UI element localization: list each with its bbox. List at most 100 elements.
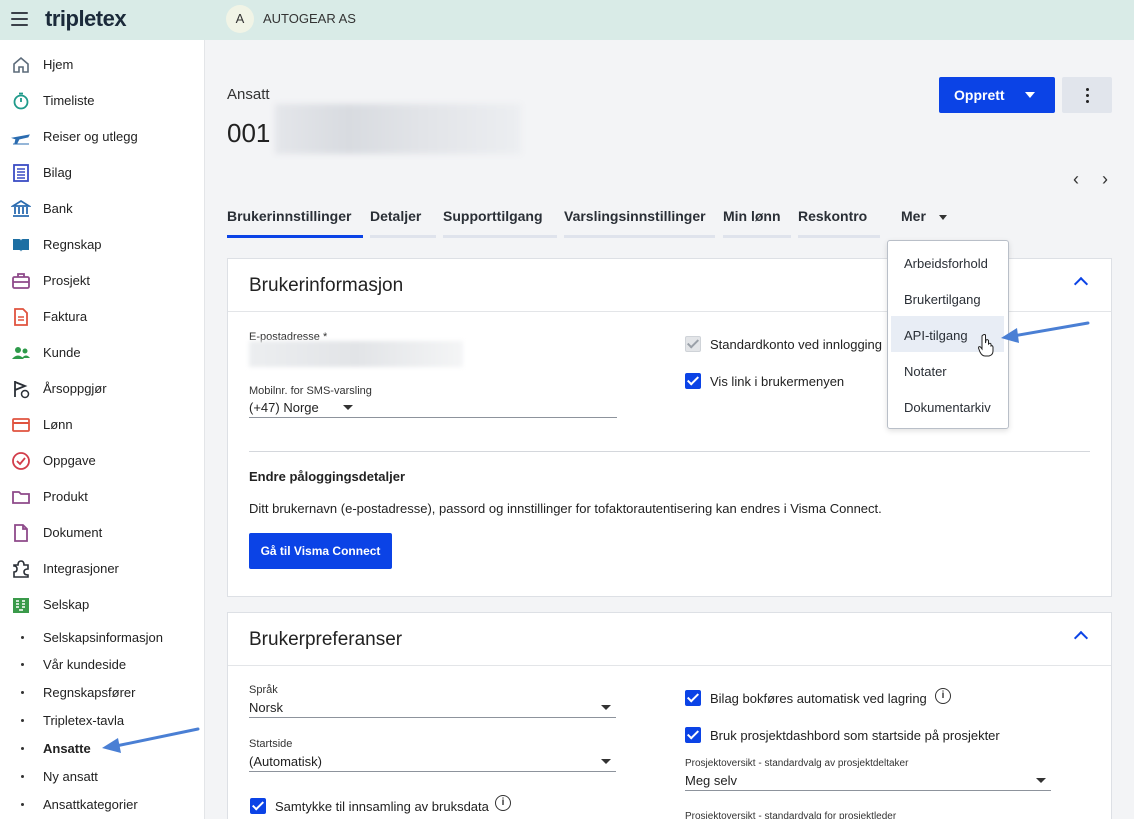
tab-label: Reskontro xyxy=(798,208,868,224)
sidebar-item-bank[interactable]: Bank xyxy=(0,191,204,227)
folder-icon xyxy=(12,491,30,504)
tab-label: Mer xyxy=(901,208,926,224)
sidebar-item-label: Integrasjoner xyxy=(43,561,119,576)
startpage-select[interactable]: (Automatisk) xyxy=(249,754,322,769)
project-dashboard-checkbox[interactable] xyxy=(685,727,701,743)
plane-icon xyxy=(11,134,30,145)
sidebar-subitem-label: Regnskapsfører xyxy=(43,685,136,700)
menu-item-brukertilgang[interactable]: Brukertilgang xyxy=(891,280,1004,316)
sidebar-item-selskap[interactable]: Selskap xyxy=(0,587,204,623)
tab-reskontro[interactable]: Reskontro xyxy=(798,208,880,238)
chevron-up-icon[interactable] xyxy=(1073,630,1089,646)
chevron-down-icon[interactable] xyxy=(1036,778,1046,783)
sidebar-subitem-label: Vår kundeside xyxy=(43,657,127,672)
chevron-down-icon[interactable] xyxy=(1025,92,1035,98)
sidebar-subitem-selskapsinformasjon[interactable]: Selskapsinformasjon xyxy=(0,624,204,652)
bullet xyxy=(21,719,24,722)
sidebar-item-prosjekt[interactable]: Prosjekt xyxy=(0,263,204,299)
sidebar-subitem-ansattkategorier[interactable]: Ansattkategorier xyxy=(0,791,204,819)
kebab-dot xyxy=(1086,94,1089,97)
tab-underline xyxy=(227,235,363,238)
info-icon[interactable]: i xyxy=(495,795,511,811)
tab-min-lonn[interactable]: Min lønn xyxy=(723,208,791,238)
sidebar-item-arsoppgjor[interactable]: Årsoppgjør xyxy=(0,371,204,407)
menu-item-notater[interactable]: Notater xyxy=(891,352,1004,388)
tab-detaljer[interactable]: Detaljer xyxy=(370,208,436,238)
hamburger-menu-icon[interactable] xyxy=(11,12,28,26)
menu-item-arbeidsforhold[interactable]: Arbeidsforhold xyxy=(891,244,1004,280)
sidebar-item-label: Selskap xyxy=(43,597,90,612)
sidebar: Hjem Timeliste Reiser og utlegg Bilag Ba… xyxy=(0,40,205,819)
invoice-icon xyxy=(14,308,28,326)
bullet xyxy=(21,747,24,750)
tab-underline xyxy=(443,235,557,238)
info-icon[interactable]: i xyxy=(935,688,951,704)
sidebar-item-bilag[interactable]: Bilag xyxy=(0,155,204,191)
breadcrumb[interactable]: Ansatt xyxy=(227,86,270,103)
sidebar-item-label: Prosjekt xyxy=(43,273,90,288)
consent-checkbox[interactable] xyxy=(250,798,266,814)
card-icon xyxy=(12,418,30,432)
menu-item-dokumentarkiv[interactable]: Dokumentarkiv xyxy=(891,388,1004,424)
sidebar-subitem-label: Selskapsinformasjon xyxy=(43,630,163,645)
field-underline xyxy=(249,771,616,772)
language-select[interactable]: Norsk xyxy=(249,700,283,715)
email-field[interactable] xyxy=(249,341,463,367)
sidebar-subitem-ny-ansatt[interactable]: Ny ansatt xyxy=(0,763,204,791)
company-avatar[interactable]: A xyxy=(226,5,254,33)
visma-connect-button[interactable]: Gå til Visma Connect xyxy=(249,533,392,569)
sidebar-item-label: Oppgave xyxy=(43,453,96,468)
tab-label: Varslingsinnstillinger xyxy=(564,208,706,224)
show-link-label: Vis link i brukermenyen xyxy=(710,374,845,389)
receipt-icon xyxy=(13,164,29,182)
sidebar-item-lonn[interactable]: Lønn xyxy=(0,407,204,443)
sidebar-item-oppgave[interactable]: Oppgave xyxy=(0,443,204,479)
card-title: Brukerinformasjon xyxy=(249,275,404,296)
sidebar-item-reiser[interactable]: Reiser og utlegg xyxy=(0,119,204,155)
mobile-country-select[interactable]: (+47) Norge xyxy=(249,400,319,415)
standard-account-checkbox[interactable] xyxy=(685,336,701,352)
sidebar-item-integrasjoner[interactable]: Integrasjoner xyxy=(0,551,204,587)
tab-supporttilgang[interactable]: Supporttilgang xyxy=(443,208,557,238)
chevron-down-icon[interactable] xyxy=(601,759,611,764)
show-link-checkbox[interactable] xyxy=(685,373,701,389)
card-title: Brukerpreferanser xyxy=(249,629,403,650)
sidebar-item-dokument[interactable]: Dokument xyxy=(0,515,204,551)
sidebar-subitem-regnskapsforer[interactable]: Regnskapsfører xyxy=(0,679,204,707)
sidebar-item-faktura[interactable]: Faktura xyxy=(0,299,204,335)
app-logo[interactable]: tripletex xyxy=(45,6,127,32)
chevron-down-icon[interactable] xyxy=(601,705,611,710)
next-employee-icon[interactable]: › xyxy=(1095,169,1115,189)
field-underline xyxy=(685,790,1051,791)
sidebar-item-kunde[interactable]: Kunde xyxy=(0,335,204,371)
bank-icon xyxy=(11,199,31,217)
sidebar-item-label: Årsoppgjør xyxy=(43,381,107,396)
hand-cursor-icon xyxy=(978,334,994,357)
tab-label: Detaljer xyxy=(370,208,422,224)
previous-employee-icon[interactable]: ‹ xyxy=(1066,169,1086,189)
tab-mer[interactable]: Mer xyxy=(901,208,947,238)
chevron-up-icon[interactable] xyxy=(1073,276,1089,292)
sidebar-item-label: Dokument xyxy=(43,525,103,540)
more-tabs-menu: Arbeidsforhold Brukertilgang API-tilgang… xyxy=(887,240,1009,429)
sidebar-item-label: Reiser og utlegg xyxy=(43,129,138,144)
project-dashboard-label: Bruk prosjektdashbord som startside på p… xyxy=(710,728,1000,743)
create-button[interactable]: Opprett xyxy=(939,77,1055,113)
tab-label: Supporttilgang xyxy=(443,208,543,224)
sidebar-item-regnskap[interactable]: Regnskap xyxy=(0,227,204,263)
more-options-button[interactable] xyxy=(1062,77,1112,113)
sidebar-item-hjem[interactable]: Hjem xyxy=(0,47,204,83)
company-name[interactable]: AUTOGEAR AS xyxy=(263,11,356,26)
main-content: Ansatt 001 Opprett ‹ › Brukerinnstilling… xyxy=(205,40,1134,819)
sidebar-subitem-var-kundeside[interactable]: Vår kundeside xyxy=(0,651,204,679)
sidebar-item-timeliste[interactable]: Timeliste xyxy=(0,83,204,119)
tab-brukerinnstillinger[interactable]: Brukerinnstillinger xyxy=(227,208,363,238)
card-header[interactable]: Brukerpreferanser xyxy=(228,613,1111,666)
auto-post-checkbox[interactable] xyxy=(685,690,701,706)
participant-select[interactable]: Meg selv xyxy=(685,773,737,788)
sidebar-item-produkt[interactable]: Produkt xyxy=(0,479,204,515)
tab-varslingsinnstillinger[interactable]: Varslingsinnstillinger xyxy=(564,208,715,238)
bullet xyxy=(21,803,24,806)
chevron-down-icon[interactable] xyxy=(343,405,353,410)
mobile-label: Mobilnr. for SMS-varsling xyxy=(249,385,372,397)
